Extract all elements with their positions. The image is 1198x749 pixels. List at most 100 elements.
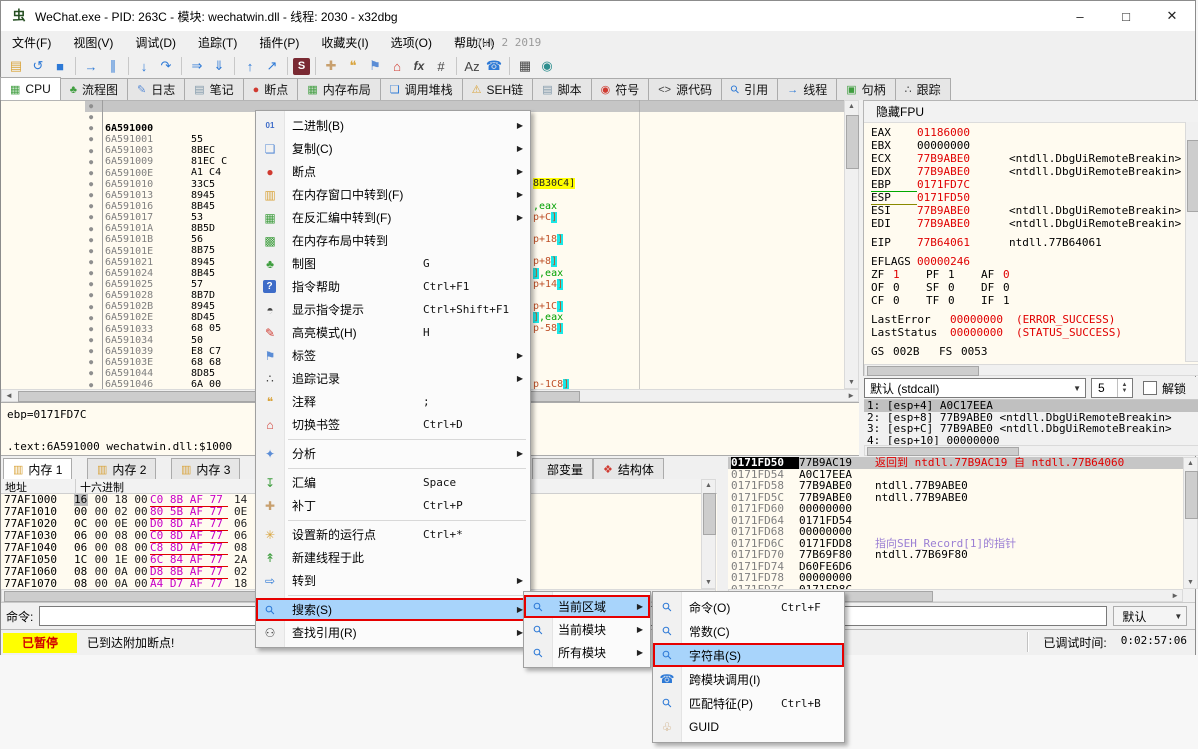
register-row[interactable]: ESP0171FD50 — [871, 191, 1181, 204]
register-row[interactable]: ESI77B9ABE0<ntdll.DbgUiRemoteBreakin> — [871, 204, 1181, 217]
tab-dump-2[interactable]: ▥ 内存 2 86 — [87, 458, 156, 480]
stepper-arrows[interactable]: ▲▼ — [1117, 379, 1131, 397]
scylla-icon[interactable]: S — [293, 58, 310, 75]
stack-row[interactable]: 0171FD7800000000 — [728, 572, 1183, 584]
register-row[interactable]: LastError00000000(ERROR_SUCCESS) — [871, 313, 1181, 326]
breakpoint-dot[interactable]: ● — [89, 268, 93, 279]
execute-till-return-icon[interactable]: ↑ — [240, 57, 260, 76]
command-profile-select[interactable]: 默认▼ — [1113, 606, 1187, 626]
menu-new-origin[interactable]: ✳ 设置新的运行点 Ctrl+* — [256, 523, 530, 546]
tab-callstack[interactable]: ❏ 调用堆栈 — [380, 78, 463, 100]
breakpoint-dot[interactable]: ● — [89, 157, 93, 168]
dump-vscrollbar[interactable]: ▲ ▼ — [701, 479, 716, 589]
tab-breakpoints[interactable]: ● 断点 — [243, 78, 299, 100]
breakpoint-dot[interactable]: ● — [89, 101, 93, 112]
unlock-checkbox[interactable] — [1143, 381, 1157, 395]
breakpoint-dot[interactable]: ● — [89, 112, 93, 123]
menu-pattern[interactable]: ⚲ 匹配特征(P) Ctrl+B — [653, 691, 844, 715]
breakpoint-dot[interactable]: ● — [89, 212, 93, 223]
globe-icon[interactable]: ◉ — [537, 57, 557, 76]
menu-follow-disasm[interactable]: ▦ 在反汇编中转到(F) ▶ — [256, 206, 530, 229]
register-row[interactable]: LastStatus00000000(STATUS_SUCCESS) — [871, 326, 1181, 339]
close-button[interactable]: ✕ — [1149, 1, 1195, 31]
register-row[interactable]: EBP0171FD7C — [871, 178, 1181, 191]
menu-goto[interactable]: ⇨ 转到 ▶ — [256, 569, 530, 592]
tab-dump-1[interactable]: ▥ 内存 1 2 — [3, 458, 72, 481]
stack-row[interactable]: 0171FD6000000000 — [728, 503, 1183, 515]
calculator-icon[interactable]: ▦ — [515, 57, 535, 76]
menu-label[interactable]: ⚑ 标签 ▶ — [256, 344, 530, 367]
menu-copy[interactable]: ❏ 复制(C) ▶ — [256, 137, 530, 160]
menu-all-modules[interactable]: ⚲ 所有模块 ▶ — [524, 641, 650, 664]
breakpoint-dot[interactable]: ● — [89, 246, 93, 257]
tab-graph[interactable]: ♣ 流程图 — [60, 78, 128, 100]
register-row[interactable]: OF0SF0DF0 — [871, 281, 1181, 294]
register-row[interactable]: ECX77B9ABE0<ntdll.DbgUiRemoteBreakin> — [871, 152, 1181, 165]
menu-guid[interactable]: ♧ GUID — [653, 715, 844, 739]
tab-locals[interactable]: 部变量 531 — [532, 458, 593, 480]
arguments-panel[interactable]: 1: [esp+4] A0C17EEA2: [esp+8] 77B9ABE0 <… — [864, 399, 1198, 446]
breakpoint-dot[interactable]: ● — [89, 224, 93, 235]
maximize-button[interactable]: □ — [1103, 1, 1149, 31]
register-row[interactable]: EIP77B64061ntdll.77B64061 — [871, 236, 1181, 249]
breakpoint-dot[interactable]: ● — [89, 123, 93, 134]
trace-over-icon[interactable]: ⇓ — [209, 57, 229, 76]
register-row[interactable]: ZF1PF1AF0 — [871, 268, 1181, 281]
menu-graph[interactable]: ♣ 制图 G — [256, 252, 530, 275]
stack-row[interactable]: 0171FD5C77B9ABE0ntdll.77B9ABE0 — [728, 492, 1183, 504]
function-icon[interactable]: fx — [409, 57, 429, 76]
breakpoint-dot[interactable]: ● — [89, 346, 93, 357]
menu-follow-memmap[interactable]: ▩ 在内存布局中转到 — [256, 229, 530, 252]
stack-row[interactable]: 0171FD5077B9AC19返回到 ntdll.77B9AC19 自 ntd… — [728, 457, 1183, 469]
comment-icon[interactable]: ❝ — [343, 57, 363, 76]
menu-search[interactable]: ⚲ 搜索(S) ▶ — [256, 598, 530, 621]
tab-log[interactable]: ✎ 日志 — [127, 78, 185, 100]
open-folder-icon[interactable]: ▤ — [6, 57, 26, 76]
tab-memmap[interactable]: ▦ 内存布局 — [297, 78, 380, 100]
fpu-toggle-bar[interactable]: 隐藏FPU — [864, 101, 1198, 123]
menu-search-constant[interactable]: ⚲ 常数(C) — [653, 619, 844, 643]
arg-count-stepper[interactable]: 5 ▲▼ — [1091, 378, 1133, 398]
calling-convention-select[interactable]: 默认 (stdcall)▼ — [864, 378, 1086, 398]
menu-new-thread[interactable]: ↟ 新建线程于此 — [256, 546, 530, 569]
breakpoint-dot[interactable]: ● — [89, 190, 93, 201]
step-over-icon[interactable]: ↷ — [156, 57, 176, 76]
breakpoint-dot[interactable]: ● — [89, 179, 93, 190]
register-row[interactable]: EDI77B9ABE0<ntdll.DbgUiRemoteBreakin> — [871, 217, 1181, 230]
argument-row[interactable]: 1: [esp+4] A0C17EEA — [864, 400, 1198, 412]
call-icon[interactable]: ☎ — [484, 57, 504, 76]
tab-dump-3[interactable]: ▥ 内存 3 170 — [171, 458, 240, 480]
restart-icon[interactable]: ↺ — [28, 57, 48, 76]
menubar-item[interactable]: 视图(V) — [62, 32, 124, 54]
registers-vscrollbar[interactable] — [1185, 122, 1198, 362]
minimize-button[interactable]: – — [1057, 1, 1103, 31]
menu-analysis[interactable]: ✦ 分析 ▶ — [256, 442, 530, 465]
pause-icon[interactable]: ∥ — [103, 57, 123, 76]
breakpoint-dot[interactable]: ● — [89, 279, 93, 290]
arguments-hscrollbar[interactable] — [864, 445, 1198, 456]
stack-row[interactable]: 0171FD7077B69F80ntdll.77B69F80 — [728, 549, 1183, 561]
register-row[interactable]: EAX01186000 — [871, 126, 1181, 139]
hash-icon[interactable]: # — [431, 57, 451, 76]
menu-current-region[interactable]: ⚲ 当前区域 ▶ — [524, 595, 650, 618]
tab-notes[interactable]: ▤ 笔记 — [184, 78, 243, 100]
menu-intermodular-calls[interactable]: ☎ 跨模块调用(I) — [653, 667, 844, 691]
tab-script[interactable]: ▤ 脚本 — [532, 78, 591, 100]
step-into-icon[interactable]: ↓ — [134, 57, 154, 76]
menu-instr-help[interactable]: ? 指令帮助 Ctrl+F1 — [256, 275, 530, 298]
breakpoint-dot[interactable]: ● — [89, 380, 93, 389]
tab-references[interactable]: ⚲ 引用 — [721, 78, 778, 100]
breakpoint-dot[interactable]: ● — [89, 290, 93, 301]
stack-vscrollbar[interactable]: ▲ ▼ — [1183, 457, 1198, 589]
patch-icon[interactable]: ✚ — [321, 57, 341, 76]
argument-row[interactable]: 3: [esp+C] 77B9ABE0 <ntdll.DbgUiRemoteBr… — [864, 423, 1198, 435]
register-row[interactable]: EBX00000000 — [871, 139, 1181, 152]
hide-fpu-button[interactable]: 隐藏FPU — [876, 103, 924, 120]
menubar-item[interactable]: 选项(O) — [380, 32, 443, 54]
label-icon[interactable]: ⚑ — [365, 57, 385, 76]
menu-toggle-bookmark[interactable]: ⌂ 切换书签 Ctrl+D — [256, 413, 530, 436]
tab-symbols[interactable]: ◉ 符号 — [591, 78, 650, 100]
menu-patch[interactable]: ✚ 补丁 Ctrl+P — [256, 494, 530, 517]
strings-icon[interactable]: Az — [462, 57, 482, 76]
stop-icon[interactable]: ■ — [50, 57, 70, 76]
